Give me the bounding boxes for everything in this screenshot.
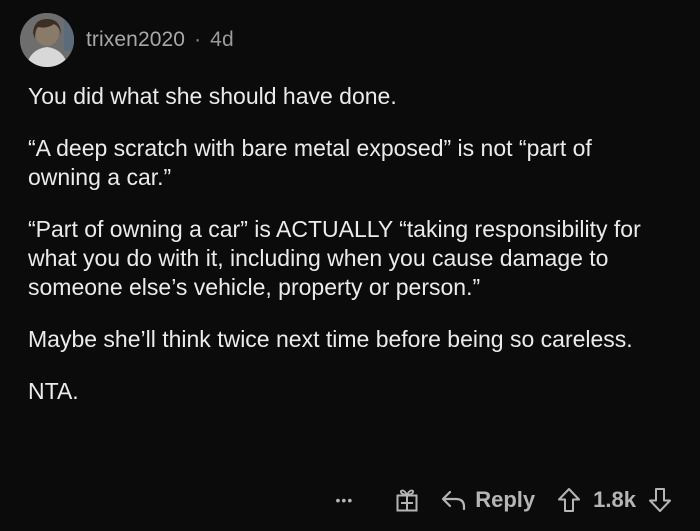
comment-body: You did what she should have done. “A de… [28,82,668,429]
award-button[interactable] [395,487,419,513]
more-options-button[interactable]: ••• [336,492,354,508]
comment-paragraph: You did what she should have done. [28,83,397,109]
reply-arrow-icon [442,490,466,511]
comment-age: 4d [210,28,234,51]
reply-label: Reply [475,487,536,512]
avatar-image [20,13,74,67]
vote-controls: 1.8k [557,487,672,513]
username[interactable]: trixen2020 [86,28,185,52]
comment-paragraph: “Part of owning a car” is ACTUALLY “taki… [28,216,641,300]
comment-header: trixen2020 · 4d [20,12,234,68]
reply-button[interactable]: Reply [441,487,535,513]
gift-award-icon [396,489,418,512]
comment-actions: ••• Reply 1.8k [336,482,672,518]
avatar[interactable] [20,13,74,67]
comment-paragraph: Maybe she’ll think twice next time befor… [28,326,633,352]
more-dots-icon: ••• [335,492,354,508]
comment-paragraph: NTA. [28,378,79,404]
vote-score: 1.8k [593,487,636,512]
upvote-arrow-icon[interactable] [557,487,581,513]
comment-meta: trixen2020 · 4d [86,28,234,52]
comment: trixen2020 · 4d You did what she should … [0,0,700,531]
downvote-arrow-icon[interactable] [648,487,672,513]
comment-paragraph: “A deep scratch with bare metal exposed”… [28,135,592,190]
meta-separator: · [194,28,202,51]
